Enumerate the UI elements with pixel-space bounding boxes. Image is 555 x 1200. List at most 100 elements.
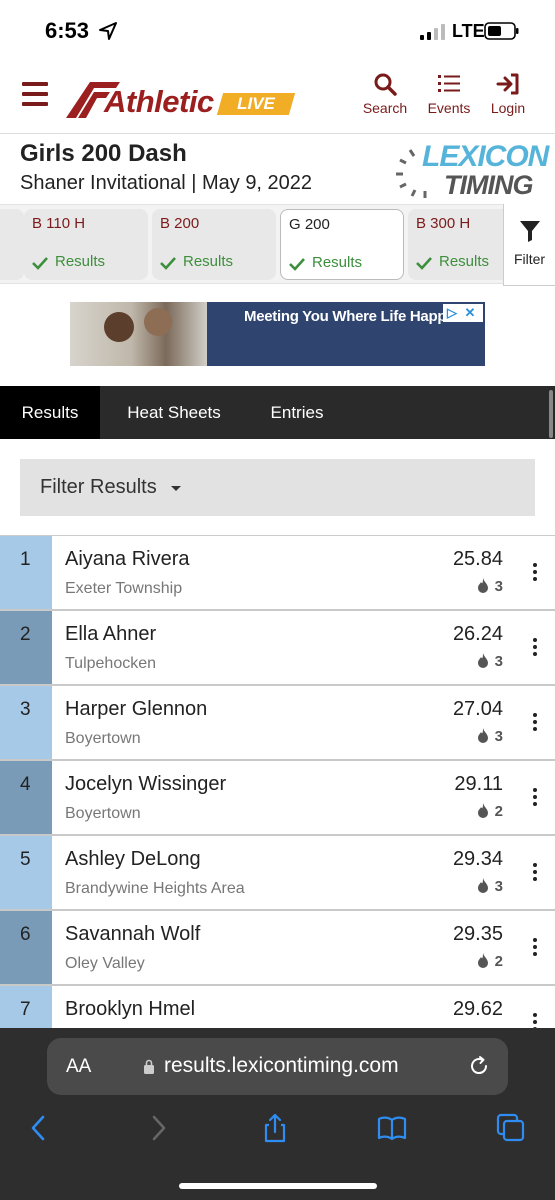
advertisement-banner[interactable]: Meeting You Where Life Happens ▷ ✕ xyxy=(70,302,485,366)
event-tab-previous[interactable] xyxy=(0,209,24,280)
more-options-icon[interactable] xyxy=(533,938,537,958)
more-options-icon[interactable] xyxy=(533,713,537,733)
event-subtitle: Shaner Invitational | May 9, 2022 xyxy=(20,172,313,194)
heat-number: 3 xyxy=(477,653,503,670)
result-mark: 29.35 xyxy=(452,923,503,945)
results-tab-bar: Results Heat Sheets Entries xyxy=(0,386,555,439)
ad-text: Meeting You Where Life Happens xyxy=(244,308,472,325)
home-indicator[interactable] xyxy=(179,1183,377,1189)
filter-funnel-icon xyxy=(519,221,540,242)
result-row[interactable]: 2 Ella Ahner Tulpehocken 26.24 3 xyxy=(0,611,555,686)
tab-results[interactable]: Results xyxy=(0,386,100,439)
athlete-name[interactable]: Harper Glennon xyxy=(65,698,207,721)
athlete-name[interactable]: Jocelyn Wissinger xyxy=(65,773,226,796)
event-tab-status: Results xyxy=(312,254,363,271)
flame-icon xyxy=(477,878,488,893)
back-chevron-icon[interactable] xyxy=(24,1113,54,1143)
more-options-icon[interactable] xyxy=(533,863,537,883)
adchoices-icon: ▷ xyxy=(447,305,457,320)
filter-results-dropdown[interactable]: Filter Results xyxy=(20,459,535,516)
athletic-live-logo[interactable]: Athletic LIVE xyxy=(64,76,296,122)
result-row[interactable]: 7 Brooklyn Hmel 29.62 xyxy=(0,986,555,1028)
reload-icon[interactable] xyxy=(468,1055,490,1077)
result-mark: 25.84 xyxy=(452,548,503,570)
event-tab-g200[interactable]: G 200 Results xyxy=(280,209,404,280)
search-button[interactable]: Search xyxy=(362,72,408,116)
team-name: Boyertown xyxy=(65,730,141,747)
result-place: 2 xyxy=(0,611,52,684)
event-tab-b110h[interactable]: B 110 H Results xyxy=(24,209,148,280)
search-icon xyxy=(374,73,397,96)
result-place: 4 xyxy=(0,761,52,834)
result-row[interactable]: 1 Aiyana Rivera Exeter Township 25.84 3 xyxy=(0,536,555,611)
close-ad-icon[interactable]: ✕ xyxy=(461,304,479,322)
more-options-icon[interactable] xyxy=(533,638,537,658)
timing-logo-text: TIMING xyxy=(444,170,533,200)
ad-choices-badge[interactable]: ▷ ✕ xyxy=(443,304,483,322)
event-tab-name: B 300 H xyxy=(416,215,471,232)
lexicon-timing-logo[interactable]: LEXICON TIMING xyxy=(392,138,549,200)
flame-icon xyxy=(477,653,488,668)
page-scrollbar[interactable] xyxy=(549,390,553,438)
result-place: 1 xyxy=(0,536,52,609)
logo-live-badge: LIVE xyxy=(216,93,296,115)
location-arrow-icon xyxy=(99,22,117,40)
athlete-name[interactable]: Savannah Wolf xyxy=(65,923,200,946)
result-place: 6 xyxy=(0,911,52,984)
athlete-name[interactable]: Aiyana Rivera xyxy=(65,548,190,571)
event-tab-b200[interactable]: B 200 Results xyxy=(152,209,276,280)
event-tab-name: B 110 H xyxy=(32,215,86,232)
share-icon[interactable] xyxy=(260,1113,290,1143)
more-options-icon[interactable] xyxy=(533,563,537,583)
hamburger-menu-icon[interactable] xyxy=(22,82,48,106)
heat-number: 2 xyxy=(477,953,503,970)
tabs-overview-icon[interactable] xyxy=(496,1113,526,1143)
team-name: Brandywine Heights Area xyxy=(65,880,245,897)
result-place: 5 xyxy=(0,836,52,909)
event-tab-name: B 200 xyxy=(160,215,200,232)
result-mark: 27.04 xyxy=(452,698,503,720)
more-options-icon[interactable] xyxy=(533,788,537,808)
result-row[interactable]: 4 Jocelyn Wissinger Boyertown 29.11 2 xyxy=(0,761,555,836)
result-row[interactable]: 3 Harper Glennon Boyertown 27.04 3 xyxy=(0,686,555,761)
result-row[interactable]: 5 Ashley DeLong Brandywine Heights Area … xyxy=(0,836,555,911)
more-options-icon[interactable] xyxy=(533,1013,537,1028)
tab-heat-sheets[interactable]: Heat Sheets xyxy=(108,386,240,439)
tab-entries[interactable]: Entries xyxy=(255,386,339,439)
events-button[interactable]: Events xyxy=(426,72,472,116)
heat-value: 3 xyxy=(494,878,503,895)
url-text: results.lexicontiming.com xyxy=(164,1054,399,1077)
search-label: Search xyxy=(362,100,408,116)
team-name: Exeter Township xyxy=(65,580,183,597)
status-time: 6:53 xyxy=(45,18,90,43)
heat-number: 2 xyxy=(477,803,503,820)
reader-text-size-button[interactable]: AA xyxy=(66,1056,91,1078)
check-icon xyxy=(416,257,432,270)
event-tabs-strip: B 110 H Results B 200 Results G 200 Resu… xyxy=(0,204,555,286)
heat-value: 3 xyxy=(494,728,503,745)
login-button[interactable]: Login xyxy=(486,72,530,116)
event-tab-status: Results xyxy=(55,253,106,270)
heat-value: 2 xyxy=(494,803,503,820)
check-icon xyxy=(289,258,305,271)
result-place: 3 xyxy=(0,686,52,759)
logo-text: Athletic xyxy=(104,84,214,119)
filter-button[interactable]: Filter xyxy=(503,204,555,286)
filter-label: Filter xyxy=(513,251,546,267)
address-bar[interactable]: AA results.lexicontiming.com xyxy=(47,1038,508,1095)
result-row[interactable]: 6 Savannah Wolf Oley Valley 29.35 2 xyxy=(0,911,555,986)
filter-results-label: Filter Results xyxy=(40,476,157,498)
bookmarks-book-icon[interactable] xyxy=(377,1113,407,1143)
login-icon xyxy=(496,73,519,95)
flame-icon xyxy=(477,953,488,968)
logo-badge-text: LIVE xyxy=(237,94,275,113)
forward-chevron-icon[interactable] xyxy=(143,1113,173,1143)
athlete-name[interactable]: Ashley DeLong xyxy=(65,848,201,871)
network-type: LTE xyxy=(452,21,485,41)
login-label: Login xyxy=(490,100,526,116)
app: 6:53 LTE Athletic LIVE Search Events Log… xyxy=(0,0,555,1200)
athlete-name[interactable]: Brooklyn Hmel xyxy=(65,998,195,1021)
ad-photo xyxy=(70,302,207,366)
athlete-name[interactable]: Ella Ahner xyxy=(65,623,156,646)
event-tab-status: Results xyxy=(439,253,490,270)
